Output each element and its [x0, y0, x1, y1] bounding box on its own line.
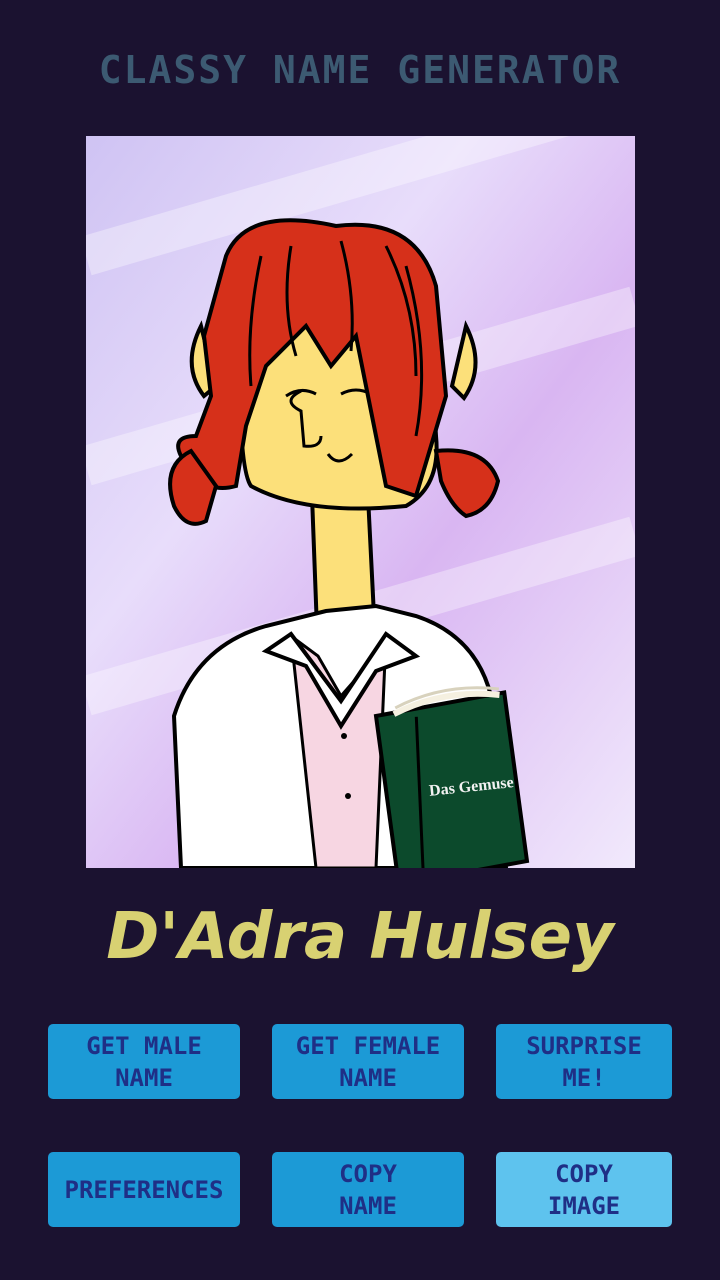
generated-name: D'Adra Hulsey — [106, 900, 614, 974]
character-portrait: Das Gemuse — [86, 136, 635, 868]
copy-image-button[interactable]: COPY IMAGE — [496, 1152, 672, 1227]
get-male-name-button[interactable]: GET MALE NAME — [48, 1024, 240, 1099]
shirt-button — [345, 793, 351, 799]
book: Das Gemuse — [373, 686, 530, 868]
get-female-name-button[interactable]: GET FEMALE NAME — [272, 1024, 464, 1099]
app-title: CLASSY NAME GENERATOR — [98, 48, 622, 92]
shirt-button — [341, 733, 347, 739]
copy-name-button[interactable]: COPY NAME — [272, 1152, 464, 1227]
surprise-me-button[interactable]: SURPRISE ME! — [496, 1024, 672, 1099]
preferences-button[interactable]: PREFERENCES — [48, 1152, 240, 1227]
